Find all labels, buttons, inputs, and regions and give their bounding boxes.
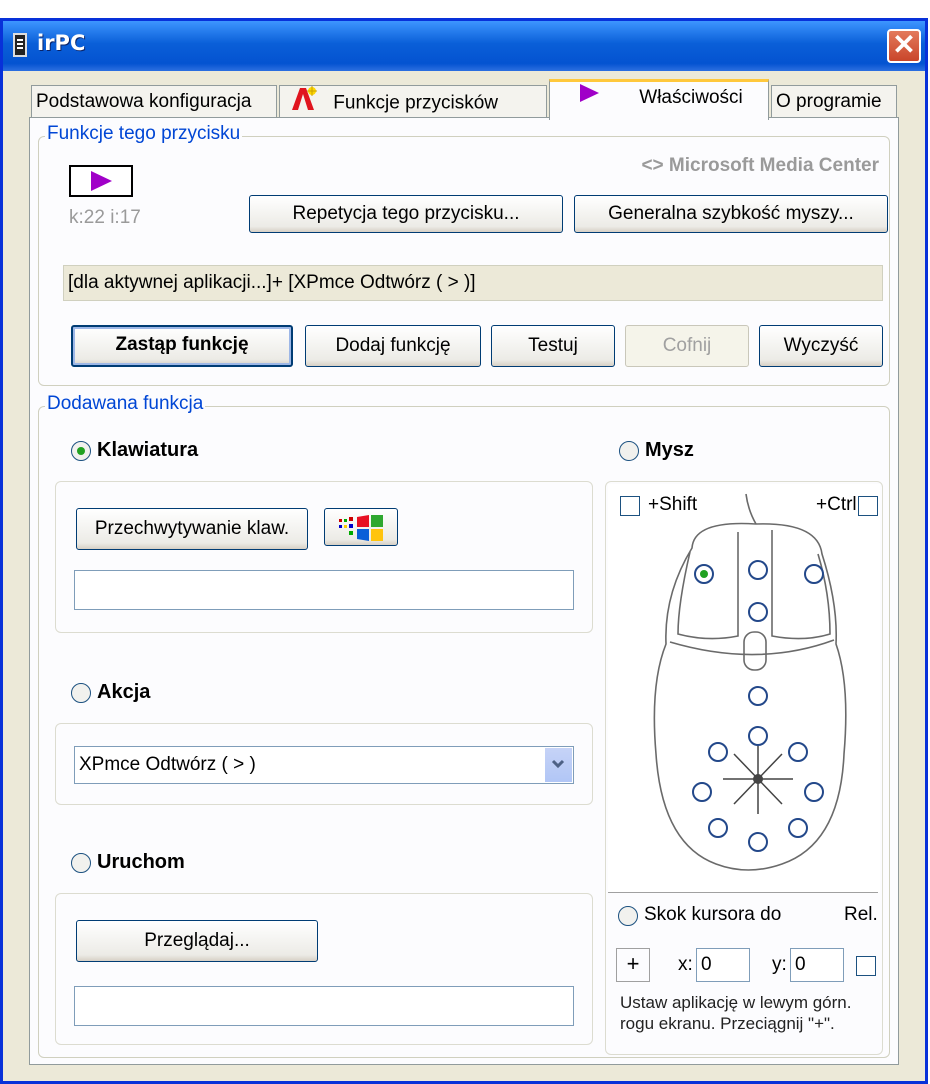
run-radio[interactable] <box>71 853 91 873</box>
tab-label: Podstawowa konfiguracja <box>36 91 252 112</box>
tab-button-functions[interactable]: Funkcje przycisków <box>279 85 547 119</box>
x-coordinate-input[interactable]: 0 <box>696 948 750 982</box>
close-icon: ✕ <box>892 29 916 60</box>
group-title: Funkcje tego przycisku <box>45 123 243 145</box>
keyboard-box: Przechwytywanie klaw. <box>55 481 593 633</box>
font-effects-icon <box>290 86 320 121</box>
move-up-left-hotspot[interactable] <box>708 742 728 762</box>
tab-label: Właściwości <box>639 87 743 109</box>
mouse-middle-up-hotspot[interactable] <box>748 560 768 580</box>
position-hint: Ustaw aplikację w lewym górn. rogu ekran… <box>620 993 852 1033</box>
mouse-wheel-hotspot[interactable] <box>748 686 768 706</box>
windows-flag-icon <box>339 515 383 541</box>
tab-label: Funkcje przycisków <box>333 92 498 114</box>
profile-link[interactable]: <> Microsoft Media Center <box>641 155 879 177</box>
rel-label: Rel. <box>844 904 878 925</box>
windows-key-button[interactable] <box>324 508 398 546</box>
button-functions-group: Funkcje tego przycisku k:22 i:17 <> Micr… <box>38 123 890 386</box>
tab-properties[interactable]: Właściwości <box>549 79 769 120</box>
mouse-sketch-image <box>653 493 847 871</box>
ctrl-checkbox[interactable] <box>858 496 878 516</box>
clear-button[interactable]: Wyczyść <box>759 325 883 367</box>
background-strip <box>0 0 930 18</box>
capture-keys-button[interactable]: Przechwytywanie klaw. <box>76 508 308 550</box>
button-preview <box>69 165 133 197</box>
action-select[interactable]: XPmce Odtwórz ( > ) <box>74 746 574 784</box>
play-icon <box>578 82 600 114</box>
function-value-field: [dla aktywnej aplikacji...]+ [XPmce Odtw… <box>63 265 883 301</box>
ctrl-label: +Ctrl <box>816 494 857 515</box>
keyboard-label: Klawiatura <box>97 439 199 461</box>
move-down-right-hotspot[interactable] <box>788 818 808 838</box>
move-down-hotspot[interactable] <box>748 832 768 852</box>
move-left-hotspot[interactable] <box>692 782 712 802</box>
mouse-label: Mysz <box>645 439 694 461</box>
run-path-field[interactable] <box>74 986 574 1026</box>
keyboard-radio[interactable] <box>71 441 91 461</box>
y-label: y: <box>772 954 787 975</box>
undo-button[interactable]: Cofnij <box>625 325 749 367</box>
mouse-box: +Shift +Ctrl Skok kursora do Rel. + x: 0… <box>605 481 883 1055</box>
mouse-radio[interactable] <box>619 441 639 461</box>
shift-checkbox[interactable] <box>620 496 640 516</box>
mouse-right-button-hotspot[interactable] <box>804 564 824 584</box>
move-right-hotspot[interactable] <box>804 782 824 802</box>
mouse-middle-down-hotspot[interactable] <box>748 602 768 622</box>
keyboard-shortcut-field[interactable] <box>74 570 574 610</box>
test-button[interactable]: Testuj <box>491 325 615 367</box>
browse-button[interactable]: Przeglądaj... <box>76 920 318 962</box>
key-code-label: k:22 i:17 <box>69 207 141 228</box>
action-selected-value: XPmce Odtwórz ( > ) <box>79 754 256 775</box>
move-up-hotspot[interactable] <box>748 726 768 746</box>
shift-label: +Shift <box>648 494 698 515</box>
mouse-diagram: +Shift +Ctrl <box>608 484 880 892</box>
group-title: Dodawana funkcja <box>45 393 206 415</box>
irpc-window: irPC ✕ Podstawowa konfiguracja Funkcje p… <box>0 18 928 1084</box>
move-down-left-hotspot[interactable] <box>708 818 728 838</box>
jump-cursor-label: Skok kursora do <box>644 904 782 925</box>
replace-function-button[interactable]: Zastąp funkcję <box>71 325 293 367</box>
divider <box>608 892 878 893</box>
relative-checkbox[interactable] <box>856 956 876 976</box>
properties-panel: Funkcje tego przycisku k:22 i:17 <> Micr… <box>29 117 899 1065</box>
title-bar[interactable]: irPC ✕ <box>3 21 925 71</box>
dropdown-button[interactable] <box>544 748 572 782</box>
tab-label: O programie <box>776 91 882 112</box>
drag-crosshair-handle[interactable]: + <box>616 948 650 982</box>
mouse-left-button-hotspot[interactable] <box>694 564 714 584</box>
close-button[interactable]: ✕ <box>887 29 921 63</box>
tab-about[interactable]: O programie <box>771 85 897 119</box>
remote-control-icon <box>13 33 27 57</box>
x-label: x: <box>678 954 693 975</box>
run-label: Uruchom <box>97 851 185 873</box>
action-label: Akcja <box>97 681 151 703</box>
mouse-speed-button[interactable]: Generalna szybkość myszy... <box>574 195 888 233</box>
run-box: Przeglądaj... <box>55 893 593 1045</box>
action-radio[interactable] <box>71 683 91 703</box>
jump-cursor-radio[interactable] <box>618 906 638 926</box>
play-icon <box>91 171 112 191</box>
y-coordinate-input[interactable]: 0 <box>790 948 844 982</box>
window-title: irPC <box>37 31 86 55</box>
dropdown-arrow-icon <box>551 759 565 769</box>
repeat-button[interactable]: Repetycja tego przycisku... <box>249 195 563 233</box>
action-box: XPmce Odtwórz ( > ) <box>55 723 593 805</box>
tab-basic-config[interactable]: Podstawowa konfiguracja <box>31 85 277 119</box>
move-up-right-hotspot[interactable] <box>788 742 808 762</box>
added-function-group: Dodawana funkcja Klawiatura Przechwytywa… <box>38 393 890 1058</box>
add-function-button[interactable]: Dodaj funkcję <box>305 325 481 367</box>
